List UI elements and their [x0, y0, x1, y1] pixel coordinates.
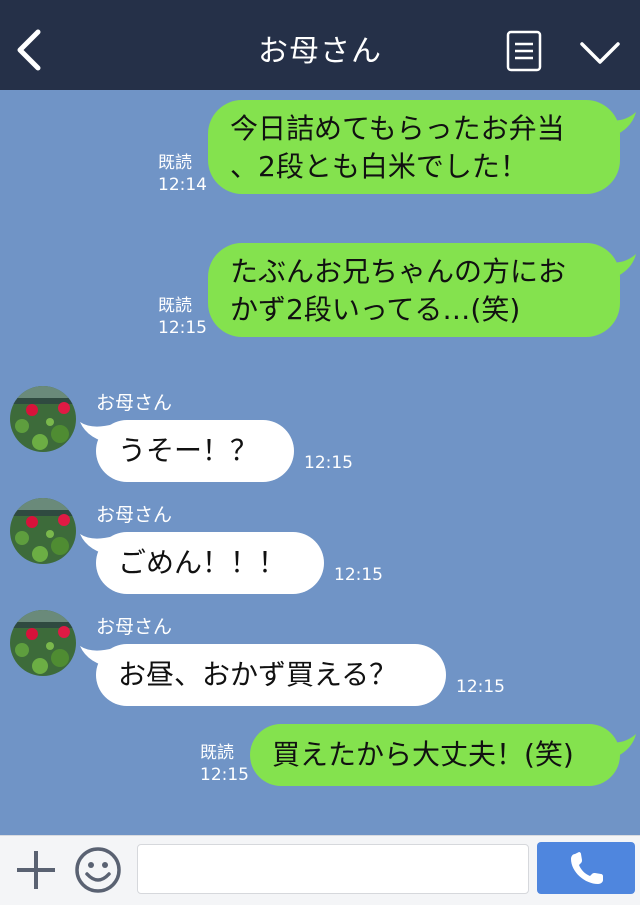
menu-button[interactable]: [506, 30, 542, 72]
more-button[interactable]: [578, 34, 622, 70]
chat-title: お母さん: [258, 34, 382, 69]
message-time: 12:15: [334, 565, 383, 585]
message-bubble[interactable]: 今日詰めてもらったお弁当 、2段とも白米でした！: [208, 100, 620, 194]
read-receipt: 既読: [158, 296, 192, 316]
call-button[interactable]: [537, 842, 635, 894]
message-text-line: 、2段とも白米でした！: [230, 150, 528, 183]
emoji-button[interactable]: [74, 846, 122, 894]
input-bar: [0, 835, 640, 905]
message-time: 12:15: [200, 765, 249, 785]
message-text-line: かず2段いってる…(笑): [230, 293, 521, 326]
message-text: お昼、おかず買える？: [118, 658, 398, 691]
read-receipt: 既読: [158, 153, 192, 173]
sender-name: お母さん: [96, 616, 173, 638]
message-time: 12:14: [158, 175, 207, 195]
message-time: 12:15: [304, 453, 353, 473]
flower-photo-icon: [10, 386, 76, 452]
plus-icon: [17, 851, 55, 889]
chat-header: お母さん: [0, 0, 640, 90]
message-time: 12:15: [158, 318, 207, 338]
message-input[interactable]: [137, 844, 529, 894]
menu-lines-icon: [506, 30, 542, 72]
message-bubble[interactable]: お昼、おかず買える？: [96, 644, 446, 706]
message-bubble[interactable]: たぶんお兄ちゃんの方にお かず2段いってる…(笑): [208, 243, 620, 337]
read-receipt: 既読: [200, 743, 234, 763]
message-text-line: たぶんお兄ちゃんの方にお: [230, 255, 567, 288]
message-bubble[interactable]: 買えたから大丈夫！(笑): [250, 724, 620, 786]
message-time: 12:15: [456, 677, 505, 697]
message-text: 買えたから大丈夫！(笑): [272, 738, 574, 771]
message-text: うそー！？: [118, 434, 259, 467]
phone-icon: [571, 852, 603, 884]
chat-area[interactable]: 既読 12:14 今日詰めてもらったお弁当 、2段とも白米でした！ 既読 12:…: [0, 90, 640, 835]
flower-photo-icon: [10, 498, 76, 564]
message-text-line: 今日詰めてもらったお弁当: [230, 112, 565, 145]
avatar[interactable]: [10, 498, 76, 564]
chevron-down-icon: [580, 42, 620, 64]
smiley-icon: [75, 847, 121, 893]
avatar[interactable]: [10, 610, 76, 676]
sender-name: お母さん: [96, 504, 173, 526]
avatar[interactable]: [10, 386, 76, 452]
message-bubble[interactable]: うそー！？: [96, 420, 294, 482]
flower-photo-icon: [10, 610, 76, 676]
sender-name: お母さん: [96, 392, 173, 414]
add-button[interactable]: [14, 848, 58, 892]
message-bubble[interactable]: ごめん！！！: [96, 532, 324, 594]
message-text: ごめん！！！: [118, 546, 287, 579]
